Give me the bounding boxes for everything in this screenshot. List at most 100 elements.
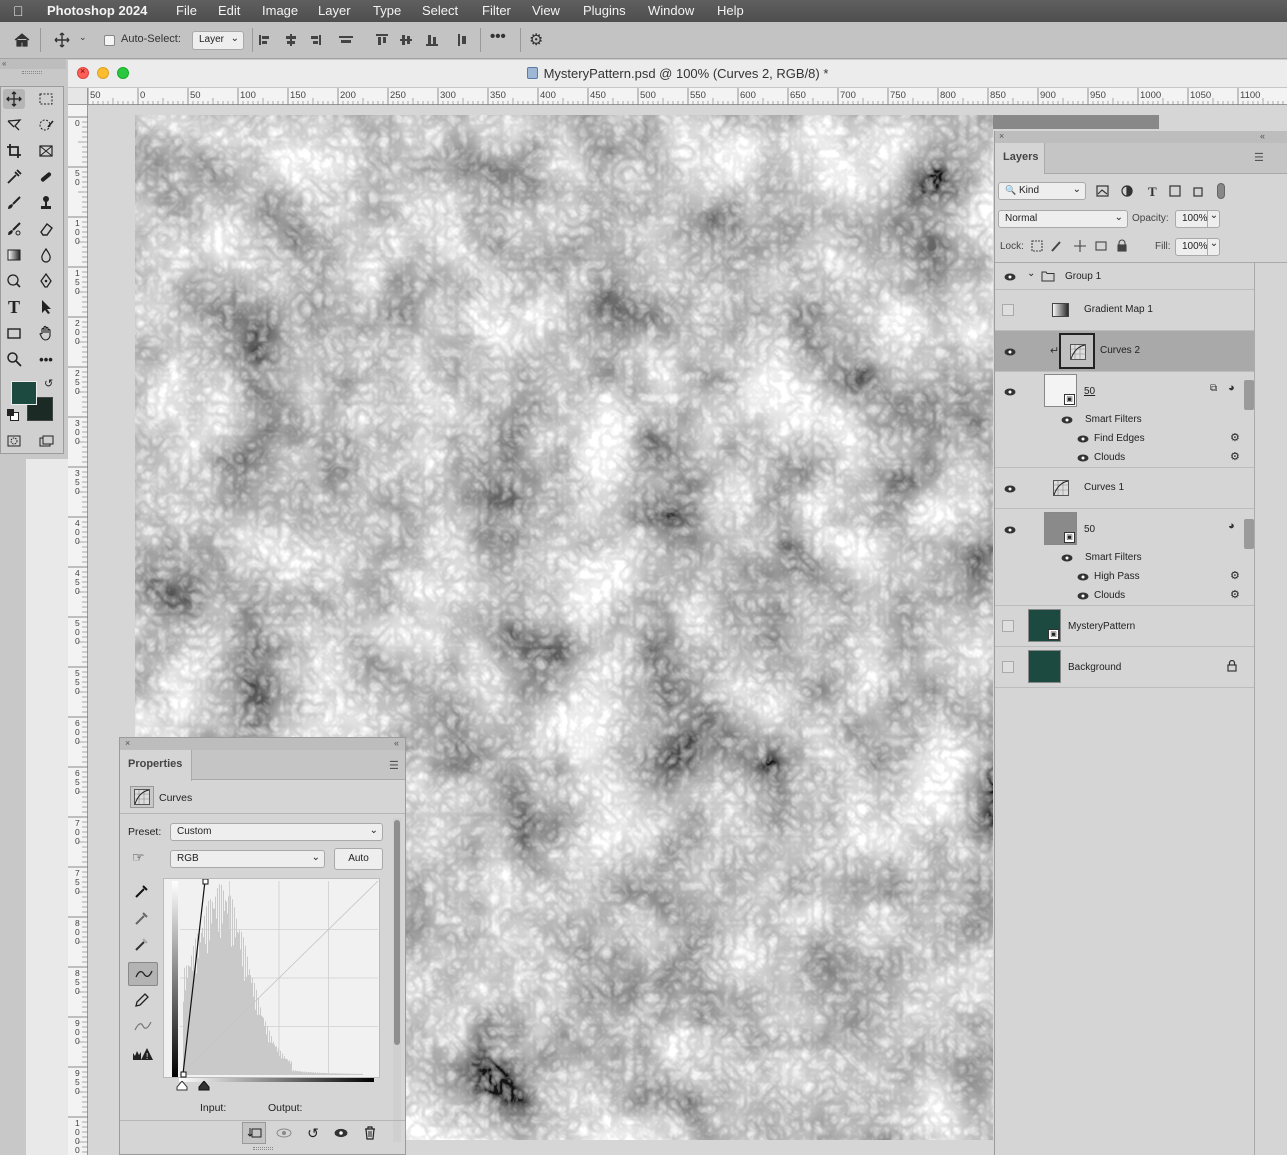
filter-options-icon[interactable]: ⚙ <box>1230 588 1240 601</box>
blend-options-icon[interactable]: ⧉ <box>1210 383 1217 394</box>
menu-help[interactable]: Help <box>717 3 744 18</box>
brush-tool-icon[interactable] <box>3 193 25 213</box>
black-point-eyedropper-icon[interactable] <box>134 883 150 899</box>
filter-options-icon[interactable]: ⚙ <box>1230 569 1240 582</box>
target-adjustment-icon[interactable]: ☞ <box>132 849 145 866</box>
scrollbar-thumb[interactable] <box>394 820 400 1045</box>
blur-tool-icon[interactable] <box>35 245 57 265</box>
scrollbar-thumb[interactable] <box>1244 380 1254 410</box>
pencil-icon[interactable] <box>134 992 150 1008</box>
smart-filter-icon[interactable]: ◕ <box>1228 382 1235 394</box>
visibility-eye-icon[interactable] <box>1077 573 1089 581</box>
toolbar-grip[interactable] <box>22 71 42 74</box>
clip-to-layer-button[interactable] <box>242 1122 266 1144</box>
dodge-tool-icon[interactable] <box>3 271 25 291</box>
layer-row-gradient-map[interactable]: Gradient Map 1 <box>995 290 1254 331</box>
move-tool-icon[interactable] <box>3 89 25 109</box>
quick-mask-icon[interactable] <box>3 431 25 451</box>
collapse-panel-icon[interactable]: « <box>394 738 399 748</box>
zoom-tool-icon[interactable] <box>3 349 25 369</box>
gray-point-eyedropper-icon[interactable] <box>134 910 150 926</box>
swap-colors-icon[interactable]: ↺ <box>44 377 53 390</box>
apple-icon[interactable]:  <box>13 3 24 19</box>
auto-select-checkbox[interactable] <box>104 35 115 46</box>
curves-thumbnail[interactable] <box>1059 333 1095 369</box>
layer-row-curves-1[interactable]: Curves 1 <box>995 468 1254 509</box>
gradient-tool-icon[interactable] <box>3 245 25 265</box>
smooth-curve-icon[interactable] <box>134 1018 152 1034</box>
filter-options-icon[interactable]: ⚙ <box>1230 450 1240 463</box>
pen-tool-icon[interactable] <box>35 271 57 291</box>
chevron-down-icon[interactable]: ⌄ <box>79 32 87 48</box>
menu-window[interactable]: Window <box>648 3 694 18</box>
panel-menu-icon[interactable]: ☰ <box>389 759 399 772</box>
layer-thumbnail[interactable]: ▣ <box>1044 374 1077 407</box>
menu-select[interactable]: Select <box>422 3 458 18</box>
eraser-tool-icon[interactable] <box>35 219 57 239</box>
close-panel-icon[interactable]: × <box>999 131 1004 141</box>
close-panel-icon[interactable]: × <box>125 738 130 748</box>
visibility-eye-icon[interactable] <box>1004 526 1016 534</box>
opacity-input[interactable]: 100% ⌄ <box>1175 210 1220 228</box>
filter-kind-dropdown[interactable]: 🔍 Kind ⌄ <box>998 182 1086 200</box>
tab-layers[interactable]: Layers <box>995 143 1045 174</box>
gear-icon[interactable]: ⚙ <box>529 30 543 49</box>
auto-button[interactable]: Auto <box>334 848 383 870</box>
menu-filter[interactable]: Filter <box>482 3 511 18</box>
collapse-icon[interactable]: « <box>0 59 66 69</box>
curves-graph[interactable] <box>163 878 380 1078</box>
visibility-eye-icon[interactable] <box>1004 485 1016 493</box>
blend-mode-dropdown[interactable]: Normal ⌄ <box>998 210 1128 228</box>
layer-row-curves-2[interactable]: ↵ Curves 2 <box>995 331 1254 372</box>
ruler-origin[interactable] <box>68 88 88 105</box>
hand-tool-icon[interactable] <box>35 323 57 343</box>
view-previous-button[interactable] <box>272 1122 296 1144</box>
fill-input[interactable]: 100% ⌄ <box>1175 238 1220 256</box>
visibility-eye-icon[interactable] <box>1061 554 1073 562</box>
menu-view[interactable]: View <box>532 3 560 18</box>
tab-properties[interactable]: Properties <box>120 750 192 781</box>
vertical-ruler[interactable]: 0 50 100 150 200 250 300 350 400 450 500 550 600 650 7… <box>68 105 88 1155</box>
menu-type[interactable]: Type <box>373 3 401 18</box>
white-slider-handle[interactable] <box>176 1081 188 1091</box>
rectangle-tool-icon[interactable] <box>3 323 25 343</box>
smart-filter-icon[interactable]: ◕ <box>1228 520 1235 532</box>
visibility-toggle-off[interactable] <box>1002 620 1014 632</box>
visibility-eye-icon[interactable] <box>1061 416 1073 424</box>
clipping-warning-icon[interactable]: ! <box>132 1047 154 1061</box>
visibility-eye-icon[interactable] <box>1004 348 1016 356</box>
foreground-color-swatch-front[interactable] <box>11 381 37 405</box>
layer-row-group[interactable]: ⌄ Group 1 <box>995 263 1254 290</box>
move-tool-icon[interactable] <box>54 32 70 48</box>
crop-tool-icon[interactable] <box>3 141 25 161</box>
history-brush-tool-icon[interactable] <box>3 219 25 239</box>
layer-thumbnail[interactable] <box>1028 650 1061 683</box>
menu-plugins[interactable]: Plugins <box>583 3 626 18</box>
eyedropper-tool-icon[interactable] <box>3 167 25 187</box>
menu-file[interactable]: File <box>176 3 197 18</box>
visibility-eye-icon[interactable] <box>1077 592 1089 600</box>
menu-layer[interactable]: Layer <box>318 3 351 18</box>
lasso-tool-icon[interactable] <box>3 115 25 135</box>
toggle-visibility-button[interactable] <box>329 1122 353 1144</box>
visibility-eye-icon[interactable] <box>1077 454 1089 462</box>
auto-select-dropdown[interactable]: Layer ⌄ <box>192 31 244 50</box>
visibility-toggle-off[interactable] <box>1002 304 1014 316</box>
chevron-down-icon[interactable]: ⌄ <box>1027 268 1035 279</box>
horizontal-ruler[interactable]: 50 0 50 100 150 200 250 300 350 400 450 500 550 600 65… <box>88 88 1287 105</box>
layer-thumbnail[interactable]: ▣ <box>1044 512 1077 545</box>
home-icon[interactable] <box>13 32 31 48</box>
quick-select-tool-icon[interactable] <box>35 115 57 135</box>
menu-image[interactable]: Image <box>262 3 298 18</box>
delete-button[interactable] <box>358 1122 382 1144</box>
type-tool-icon[interactable]: T <box>3 297 25 317</box>
more-options-icon[interactable]: ••• <box>490 28 506 45</box>
layer-row-mysterypattern[interactable]: ▣ MysteryPattern <box>995 606 1254 647</box>
visibility-eye-icon[interactable] <box>1004 273 1016 281</box>
layer-filter-icons[interactable]: T <box>1095 184 1225 198</box>
panel-menu-icon[interactable]: ☰ <box>1254 151 1264 164</box>
lock-icons[interactable] <box>1030 239 1130 253</box>
align-icons[interactable] <box>257 33 367 47</box>
screen-mode-icon[interactable] <box>35 431 57 451</box>
visibility-eye-icon[interactable] <box>1077 435 1089 443</box>
